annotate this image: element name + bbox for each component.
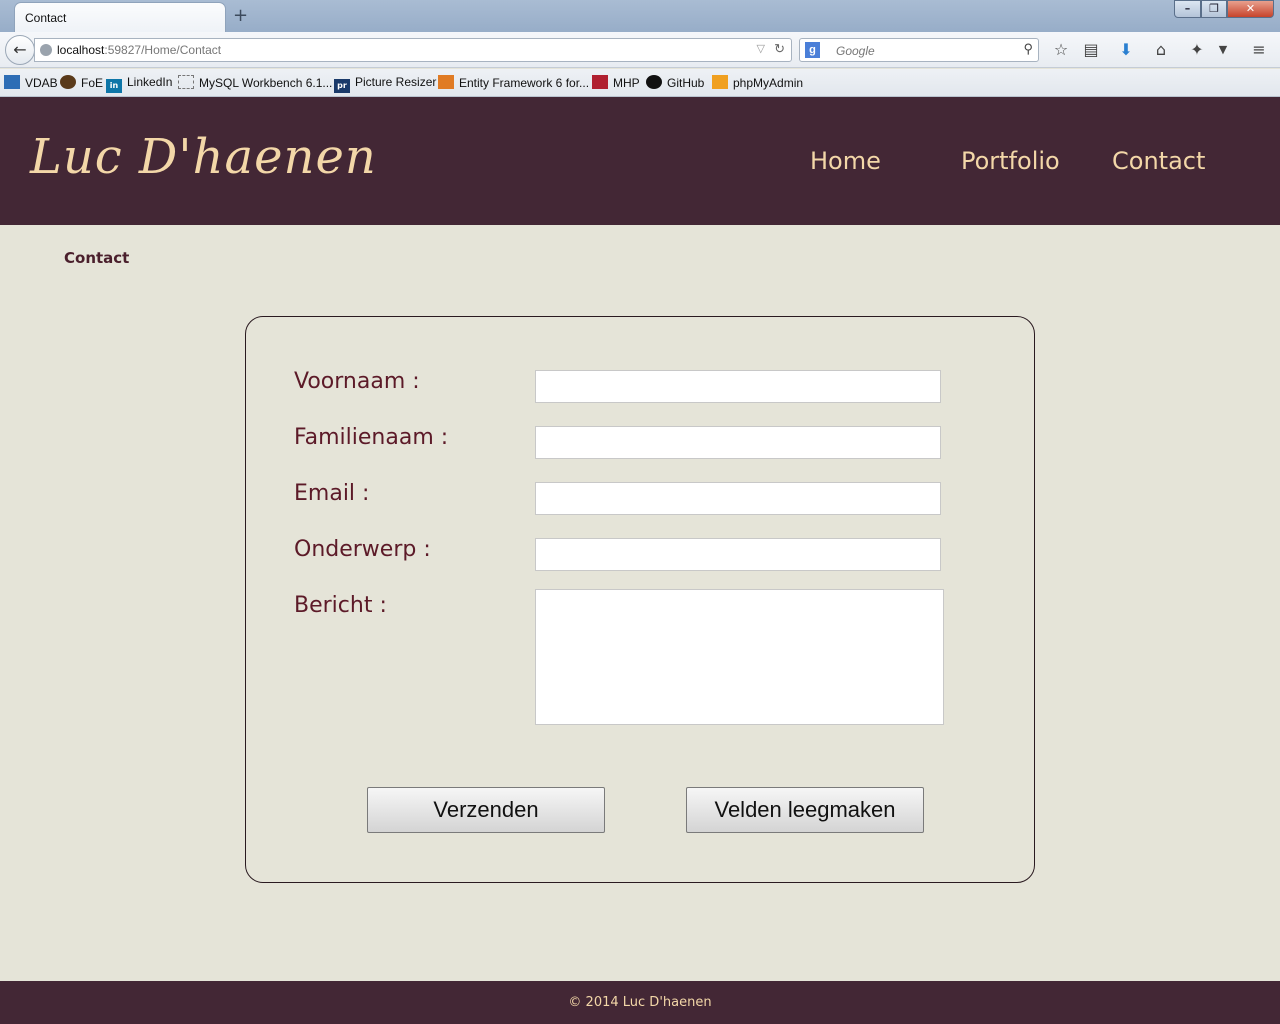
back-button[interactable]: ← (5, 35, 35, 65)
minimize-button[interactable]: – (1174, 0, 1201, 18)
bookmark-github[interactable]: GitHub (646, 75, 704, 90)
linkedin-icon: in (106, 79, 122, 93)
browser-navbar: ← localhost:59827/Home/Contact ▽ ↻ g Goo… (0, 32, 1280, 68)
close-window-button[interactable]: ✕ (1227, 0, 1274, 18)
globe-icon (40, 44, 52, 56)
bookmark-picture-resizer[interactable]: pr Picture Resizer (334, 75, 436, 93)
search-icon[interactable]: ⚲ (1023, 41, 1033, 57)
bookmark-foe[interactable]: FoE (60, 75, 103, 90)
voornaam-field[interactable] (535, 370, 941, 403)
familienaam-field[interactable] (535, 426, 941, 459)
familienaam-label: Familienaam : (294, 425, 449, 450)
onderwerp-field[interactable] (535, 538, 941, 571)
bookmark-phpmyadmin[interactable]: phpMyAdmin (712, 75, 803, 90)
site-logo[interactable]: Luc D'haenen (30, 129, 377, 185)
search-input[interactable]: g Google ⚲ (799, 38, 1039, 62)
tab-title: Contact (25, 11, 67, 25)
bookmarks-bar: VDAB FoE in LinkedIn MySQL Workbench 6.1.… (0, 69, 1280, 97)
bookmark-mhp[interactable]: MHP (592, 75, 640, 90)
phpmyadmin-icon (712, 75, 728, 89)
onderwerp-label: Onderwerp : (294, 537, 431, 562)
bookmark-vdab[interactable]: VDAB (4, 75, 58, 90)
nav-home[interactable]: Home (810, 147, 881, 175)
reload-icon[interactable]: ↻ (774, 41, 785, 57)
search-placeholder: Google (836, 44, 875, 58)
foe-icon (60, 75, 76, 89)
home-icon[interactable]: ⌂ (1151, 40, 1171, 60)
url-path: :59827/Home/Contact (104, 43, 222, 57)
contact-form: Voornaam : Familienaam : Email : Onderwe… (245, 316, 1035, 883)
vdab-icon (4, 75, 20, 89)
bookmark-star-icon[interactable]: ☆ (1051, 40, 1071, 60)
email-label: Email : (294, 481, 370, 506)
page-title: Contact (64, 249, 130, 267)
browser-titlebar: Contact + – ❐ ✕ (0, 0, 1280, 34)
stackoverflow-icon (438, 75, 454, 89)
extension-dropdown-icon[interactable]: ▼ (1213, 40, 1233, 60)
bericht-textarea[interactable] (535, 589, 944, 725)
url-host: localhost (57, 43, 105, 57)
footer-copyright: © 2014 Luc D'haenen (568, 995, 712, 1010)
nav-portfolio[interactable]: Portfolio (961, 147, 1060, 175)
site-header: Luc D'haenen Home Portfolio Contact (0, 97, 1280, 225)
page-icon (178, 75, 194, 89)
new-tab-button[interactable]: + (233, 5, 248, 26)
nav-contact[interactable]: Contact (1112, 147, 1205, 175)
bookmark-linkedin[interactable]: in LinkedIn (106, 75, 172, 93)
extension-icon[interactable]: ✦ (1187, 40, 1207, 60)
download-icon[interactable]: ⬇ (1116, 40, 1136, 60)
reset-button[interactable]: Velden leegmaken (686, 787, 924, 833)
mhp-icon (592, 75, 608, 89)
maximize-button[interactable]: ❐ (1201, 0, 1227, 18)
bericht-label: Bericht : (294, 593, 387, 618)
bookmark-mysql-workbench[interactable]: MySQL Workbench 6.1... (178, 75, 332, 90)
search-engine-icon[interactable]: g (805, 42, 820, 58)
bookmark-entity-framework[interactable]: Entity Framework 6 for... (438, 75, 589, 90)
menu-icon[interactable]: ≡ (1249, 40, 1269, 60)
browser-tab[interactable]: Contact (14, 2, 226, 34)
reading-list-icon[interactable]: ▤ (1081, 40, 1101, 60)
email-field[interactable] (535, 482, 941, 515)
site-footer: © 2014 Luc D'haenen (0, 981, 1280, 1024)
submit-button[interactable]: Verzenden (367, 787, 605, 833)
url-bar[interactable]: localhost:59827/Home/Contact ▽ ↻ (34, 38, 792, 62)
chevron-down-icon[interactable]: ▽ (757, 42, 765, 55)
github-icon (646, 75, 662, 89)
picture-resizer-icon: pr (334, 79, 350, 93)
voornaam-label: Voornaam : (294, 369, 420, 394)
